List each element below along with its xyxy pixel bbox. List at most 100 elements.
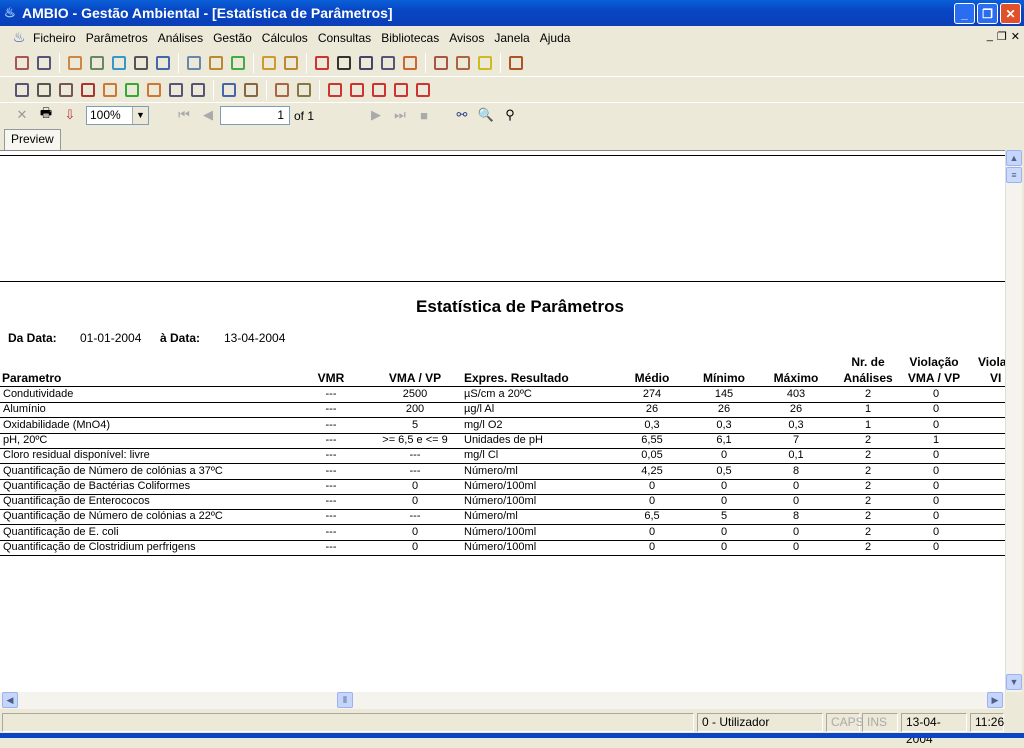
menu-calculos[interactable]: Cálculos (257, 31, 313, 45)
flag-tubes-icon[interactable] (391, 80, 411, 100)
no-document-icon[interactable] (312, 53, 332, 73)
scroll-left-icon[interactable]: ◀ (2, 692, 18, 708)
menu-parametros[interactable]: Parâmetros (81, 31, 153, 45)
doc-flask-i-icon[interactable] (122, 80, 142, 100)
scroll-down-icon[interactable]: ▼ (1006, 674, 1022, 690)
cell-minimo: 0,3 (716, 418, 732, 431)
flag-pen-icon[interactable] (347, 80, 367, 100)
list-icon[interactable] (34, 53, 54, 73)
document-tubes-icon[interactable] (356, 53, 376, 73)
mdi-restore-button[interactable]: ❐ (997, 30, 1007, 43)
search-report-icon[interactable]: 🔍 (476, 105, 496, 125)
flask-list-icon[interactable] (184, 53, 204, 73)
horizontal-scroll-thumb[interactable]: ⦀ (337, 692, 353, 708)
cell-minimo: 5 (720, 510, 728, 523)
toolbar-separator (178, 53, 179, 73)
next-page-icon[interactable]: ▶ (366, 105, 386, 125)
transfer-icon[interactable] (12, 80, 32, 100)
restore-button[interactable]: ❐ (977, 3, 998, 24)
cell-violacao: 0 (932, 388, 940, 400)
group-tree-icon[interactable]: ⚯ (452, 105, 472, 125)
tubes-rack-icon[interactable] (219, 80, 239, 100)
cell-violacao: 1 (932, 433, 940, 446)
tubes-icon[interactable] (153, 53, 173, 73)
prev-page-icon[interactable]: ◀ (198, 105, 218, 125)
menu-ajuda[interactable]: Ajuda (535, 31, 576, 45)
horizontal-scrollbar[interactable]: ◀ ⦀ ▶ (0, 692, 1005, 709)
document-app-icon[interactable]: ♨ (10, 29, 28, 47)
cell-vma: --- (409, 449, 421, 462)
clock-pen-icon[interactable] (281, 53, 301, 73)
cell-expres: Número/ml (464, 464, 518, 477)
doc-flask-m-icon[interactable] (144, 80, 164, 100)
menu-avisos[interactable]: Avisos (444, 31, 489, 45)
header-vmr: VMR (317, 371, 345, 385)
scroll-right-icon[interactable]: ▶ (987, 692, 1003, 708)
cell-parametro: Quantificação de Enterococos (3, 495, 150, 508)
menu-janela[interactable]: Janela (489, 31, 534, 45)
cell-violacao: 0 (932, 541, 940, 553)
clock-edit-icon[interactable] (206, 53, 226, 73)
menu-analises[interactable]: Análises (153, 31, 208, 45)
report-icon[interactable] (65, 53, 85, 73)
money-edit-icon[interactable] (228, 53, 248, 73)
cell-nr-analises: 2 (864, 495, 872, 508)
close-button[interactable]: ✕ (1000, 3, 1021, 24)
document-icon[interactable] (334, 53, 354, 73)
keyboard-icon[interactable] (34, 80, 54, 100)
flag-transfer-icon[interactable] (369, 80, 389, 100)
coins-edit-icon[interactable] (259, 53, 279, 73)
first-page-icon[interactable]: ⏮ (174, 105, 194, 125)
tab-preview[interactable]: Preview (4, 129, 61, 150)
cell-parametro: Quantificação de Bactérias Coliformes (3, 479, 191, 492)
print-icon[interactable]: 🖶 (36, 105, 56, 125)
mdi-minimize-button[interactable]: _ (987, 30, 993, 43)
flag-doc-icon[interactable] (325, 80, 345, 100)
mdi-close-button[interactable]: ✕ (1011, 30, 1020, 43)
zoom-select[interactable]: 100% ▼ (86, 106, 149, 125)
inspector-icon[interactable] (294, 80, 314, 100)
menu-ficheiro[interactable]: Ficheiro (28, 31, 81, 45)
cell-violacao: 0 (932, 495, 940, 508)
vertical-scrollbar[interactable]: ▲ ≡ ▼ (1005, 150, 1022, 692)
menu-gestao[interactable]: Gestão (208, 31, 257, 45)
chevron-down-icon[interactable]: ▼ (132, 107, 148, 124)
scroll-up-icon[interactable]: ▲ (1006, 150, 1022, 166)
binoculars-icon[interactable]: ⚲ (500, 105, 520, 125)
books-person-icon[interactable] (431, 53, 451, 73)
cell-medio: 0 (648, 541, 656, 553)
doc-flask-d-icon[interactable] (100, 80, 120, 100)
menu-bibliotecas[interactable]: Bibliotecas (376, 31, 444, 45)
calendar-box-icon[interactable] (272, 80, 292, 100)
lab-table-icon[interactable] (241, 80, 261, 100)
last-page-icon[interactable]: ⏭ (390, 105, 410, 125)
terminal-icon[interactable] (56, 80, 76, 100)
exit-door-icon[interactable] (506, 53, 526, 73)
pipette-icon[interactable] (131, 53, 151, 73)
grid-icon[interactable] (378, 53, 398, 73)
export-icon[interactable]: ⇩ (60, 105, 80, 125)
pipette-arrow-icon[interactable] (78, 80, 98, 100)
doc-pen-icon[interactable] (166, 80, 186, 100)
cell-expres: Número/100ml (464, 525, 537, 538)
cell-parametro: Quantificação de Clostridium perfrigens (3, 541, 196, 553)
minimize-button[interactable]: _ (954, 3, 975, 24)
vertical-scroll-thumb[interactable]: ≡ (1006, 167, 1022, 183)
flag-table-icon[interactable] (413, 80, 433, 100)
header-minimo: Mínimo (703, 371, 745, 385)
cell-vmr: --- (325, 525, 337, 538)
close-preview-icon[interactable]: ✕ (12, 105, 32, 125)
toolbar-separator (59, 53, 60, 73)
page-input[interactable]: 1 (220, 106, 290, 125)
network-icon[interactable] (87, 53, 107, 73)
bar-chart-icon[interactable] (400, 53, 420, 73)
doc-flask-icon[interactable] (188, 80, 208, 100)
cell-vma: 0 (411, 525, 419, 538)
menu-consultas[interactable]: Consultas (313, 31, 376, 45)
help-icon[interactable] (475, 53, 495, 73)
water-drop-icon[interactable] (109, 53, 129, 73)
books-icon[interactable] (453, 53, 473, 73)
users-icon[interactable] (12, 53, 32, 73)
cell-vma: 0 (411, 541, 419, 553)
stop-icon[interactable]: ■ (414, 105, 434, 125)
